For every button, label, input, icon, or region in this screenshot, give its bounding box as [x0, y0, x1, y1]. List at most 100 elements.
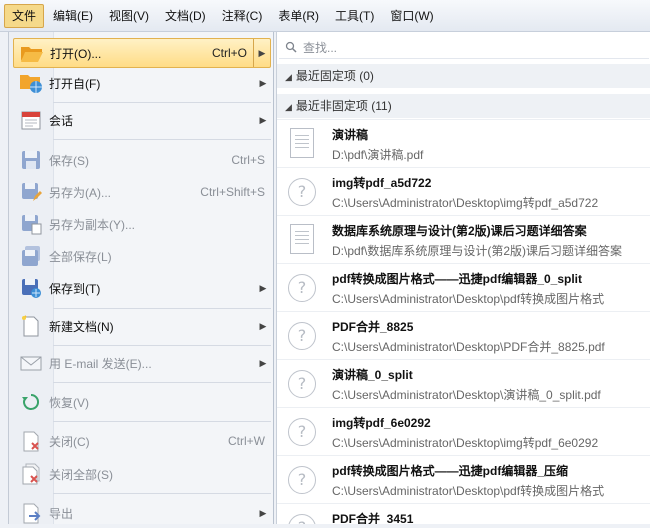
- section-label: 最近固定项 (0): [295, 69, 374, 83]
- menu-tools[interactable]: 工具(T): [328, 4, 381, 28]
- menu-view[interactable]: 视图(V): [102, 4, 156, 28]
- save-copy-icon: [19, 213, 43, 235]
- submenu-arrow-icon: ▶: [259, 77, 267, 88]
- menu-item-label: 恢复(V): [49, 395, 89, 410]
- recent-file-item[interactable]: ? pdf转换成图片格式——迅捷pdf编辑器_0_split C:\Users\…: [277, 263, 650, 311]
- document-icon: [287, 128, 317, 160]
- section-label: 最近非固定项 (11): [295, 99, 392, 113]
- file-path: D:\pdf\演讲稿.pdf: [332, 148, 424, 162]
- recent-file-item[interactable]: ? PDF合并_3451: [277, 503, 650, 524]
- menu-item-label: 用 E-mail 发送(E)...: [49, 356, 152, 371]
- file-path: C:\Users\Administrator\Desktop\img转pdf_a…: [332, 196, 599, 210]
- recent-file-item[interactable]: ? 演讲稿_0_split C:\Users\Administrator\Des…: [277, 359, 650, 407]
- folder-open-icon: [20, 42, 44, 64]
- unknown-file-icon: ?: [287, 176, 317, 208]
- unpinned-section-header[interactable]: ◢ 最近非固定项 (11): [277, 94, 650, 118]
- menu-item-session[interactable]: 会话 ▶: [13, 105, 271, 135]
- menu-window[interactable]: 窗口(W): [383, 4, 440, 28]
- menu-item-label: 关闭(C): [49, 434, 90, 449]
- file-path: C:\Users\Administrator\Desktop\img转pdf_6…: [332, 436, 599, 450]
- file-menu-dropdown: 打开(O)... Ctrl+O ▶ 打开自(F) ▶ 会话 ▶ 保存(S) Ct…: [8, 32, 274, 524]
- menu-item-close[interactable]: 关闭(C) Ctrl+W: [13, 426, 271, 456]
- unknown-file-icon: ?: [287, 416, 317, 448]
- file-name: pdf转换成图片格式——迅捷pdf编辑器_压缩: [332, 464, 568, 478]
- save-as-icon: [19, 181, 43, 203]
- unknown-file-icon: ?: [287, 464, 317, 496]
- menu-item-label: 打开(O)...: [50, 46, 102, 61]
- recent-file-item[interactable]: ? pdf转换成图片格式——迅捷pdf编辑器_压缩 C:\Users\Admin…: [277, 455, 650, 503]
- recent-file-item[interactable]: ? img转pdf_6e0292 C:\Users\Administrator\…: [277, 407, 650, 455]
- export-icon: [19, 502, 43, 524]
- email-icon: [19, 352, 43, 374]
- menu-file[interactable]: 文件: [4, 3, 45, 28]
- file-name: 演讲稿: [332, 128, 369, 142]
- menu-item-label: 全部保存(L): [49, 249, 112, 264]
- pinned-section-header[interactable]: ◢ 最近固定项 (0): [277, 64, 650, 88]
- menu-item-save-all[interactable]: 全部保存(L): [13, 241, 271, 271]
- menu-item-close-all[interactable]: 关闭全部(S): [13, 459, 271, 489]
- file-name: 数据库系统原理与设计(第2版)课后习题详细答案: [332, 224, 587, 238]
- save-icon: [19, 149, 43, 171]
- menu-item-shortcut: Ctrl+Shift+S: [200, 185, 265, 199]
- file-name: PDF合并_8825: [332, 320, 414, 334]
- search-placeholder: 查找...: [303, 40, 338, 55]
- menu-form[interactable]: 表单(R): [271, 4, 326, 28]
- menu-item-email[interactable]: 用 E-mail 发送(E)... ▶: [13, 348, 271, 378]
- submenu-arrow-icon: ▶: [259, 357, 267, 368]
- collapse-triangle-icon: ◢: [285, 102, 292, 112]
- file-path: C:\Users\Administrator\Desktop\pdf转换成图片格…: [332, 292, 605, 306]
- restore-icon: [19, 391, 43, 413]
- menu-edit[interactable]: 编辑(E): [46, 4, 100, 28]
- menu-separator: [53, 102, 271, 103]
- search-icon: [285, 41, 297, 53]
- menu-item-label: 保存到(T): [49, 281, 101, 296]
- file-path: C:\Users\Administrator\Desktop\演讲稿_0_spl…: [332, 388, 601, 402]
- folder-globe-icon: [19, 72, 43, 94]
- recent-file-item[interactable]: 数据库系统原理与设计(第2版)课后习题详细答案 D:\pdf\数据库系统原理与设…: [277, 215, 650, 263]
- menu-item-open[interactable]: 打开(O)... Ctrl+O ▶: [13, 38, 271, 68]
- file-path: C:\Users\Administrator\Desktop\pdf转换成图片格…: [332, 484, 605, 498]
- menu-item-save-to[interactable]: 保存到(T) ▶: [13, 273, 271, 303]
- recent-search-box[interactable]: 查找...: [279, 36, 649, 59]
- unknown-file-icon: ?: [287, 272, 317, 304]
- recent-file-item[interactable]: ? img转pdf_a5d722 C:\Users\Administrator\…: [277, 167, 650, 215]
- document-icon: [287, 224, 317, 256]
- submenu-arrow-icon: ▶: [259, 320, 267, 331]
- menu-comment[interactable]: 注释(C): [215, 4, 270, 28]
- menu-separator: [53, 382, 271, 383]
- menu-item-label: 会话: [49, 113, 74, 128]
- menu-item-restore[interactable]: 恢复(V): [13, 387, 271, 417]
- close-document-icon: [19, 430, 43, 452]
- close-all-icon: [19, 463, 43, 485]
- menu-item-new-document[interactable]: 新建文档(N) ▶: [13, 311, 271, 341]
- recent-file-item[interactable]: ? PDF合并_8825 C:\Users\Administrator\Desk…: [277, 311, 650, 359]
- unknown-file-icon: ?: [287, 320, 317, 352]
- recent-file-item[interactable]: 演讲稿 D:\pdf\演讲稿.pdf: [277, 119, 650, 167]
- file-path: C:\Users\Administrator\Desktop\PDF合并_882…: [332, 340, 605, 354]
- menu-item-open-from[interactable]: 打开自(F) ▶: [13, 68, 271, 98]
- menu-item-save-as[interactable]: 另存为(A)... Ctrl+Shift+S: [13, 177, 271, 207]
- menu-separator: [53, 493, 271, 494]
- menu-item-shortcut: Ctrl+O: [211, 46, 247, 60]
- menu-item-label: 另存为副本(Y)...: [49, 217, 135, 232]
- menu-item-label: 另存为(A)...: [49, 185, 111, 200]
- new-document-icon: [19, 315, 43, 337]
- menu-item-save[interactable]: 保存(S) Ctrl+S: [13, 145, 271, 175]
- menu-item-label: 新建文档(N): [49, 319, 114, 334]
- menu-bar: 文件 编辑(E) 视图(V) 文档(D) 注释(C) 表单(R) 工具(T) 窗…: [0, 0, 650, 32]
- file-name: img转pdf_a5d722: [332, 176, 432, 190]
- menu-item-save-copy[interactable]: 另存为副本(Y)...: [13, 209, 271, 239]
- menu-item-label: 导出: [49, 506, 74, 521]
- save-to-icon: [19, 277, 43, 299]
- file-name: 演讲稿_0_split: [332, 368, 413, 382]
- menu-separator: [53, 139, 271, 140]
- submenu-arrow-icon: ▶: [259, 282, 267, 293]
- menu-item-label: 保存(S): [49, 153, 89, 168]
- menu-separator: [53, 421, 271, 422]
- menu-document[interactable]: 文档(D): [158, 4, 213, 28]
- calendar-icon: [19, 109, 43, 131]
- menu-separator: [53, 308, 271, 309]
- menu-item-shortcut: Ctrl+S: [231, 153, 265, 167]
- file-name: pdf转换成图片格式——迅捷pdf编辑器_0_split: [332, 272, 583, 286]
- menu-separator: [53, 345, 271, 346]
